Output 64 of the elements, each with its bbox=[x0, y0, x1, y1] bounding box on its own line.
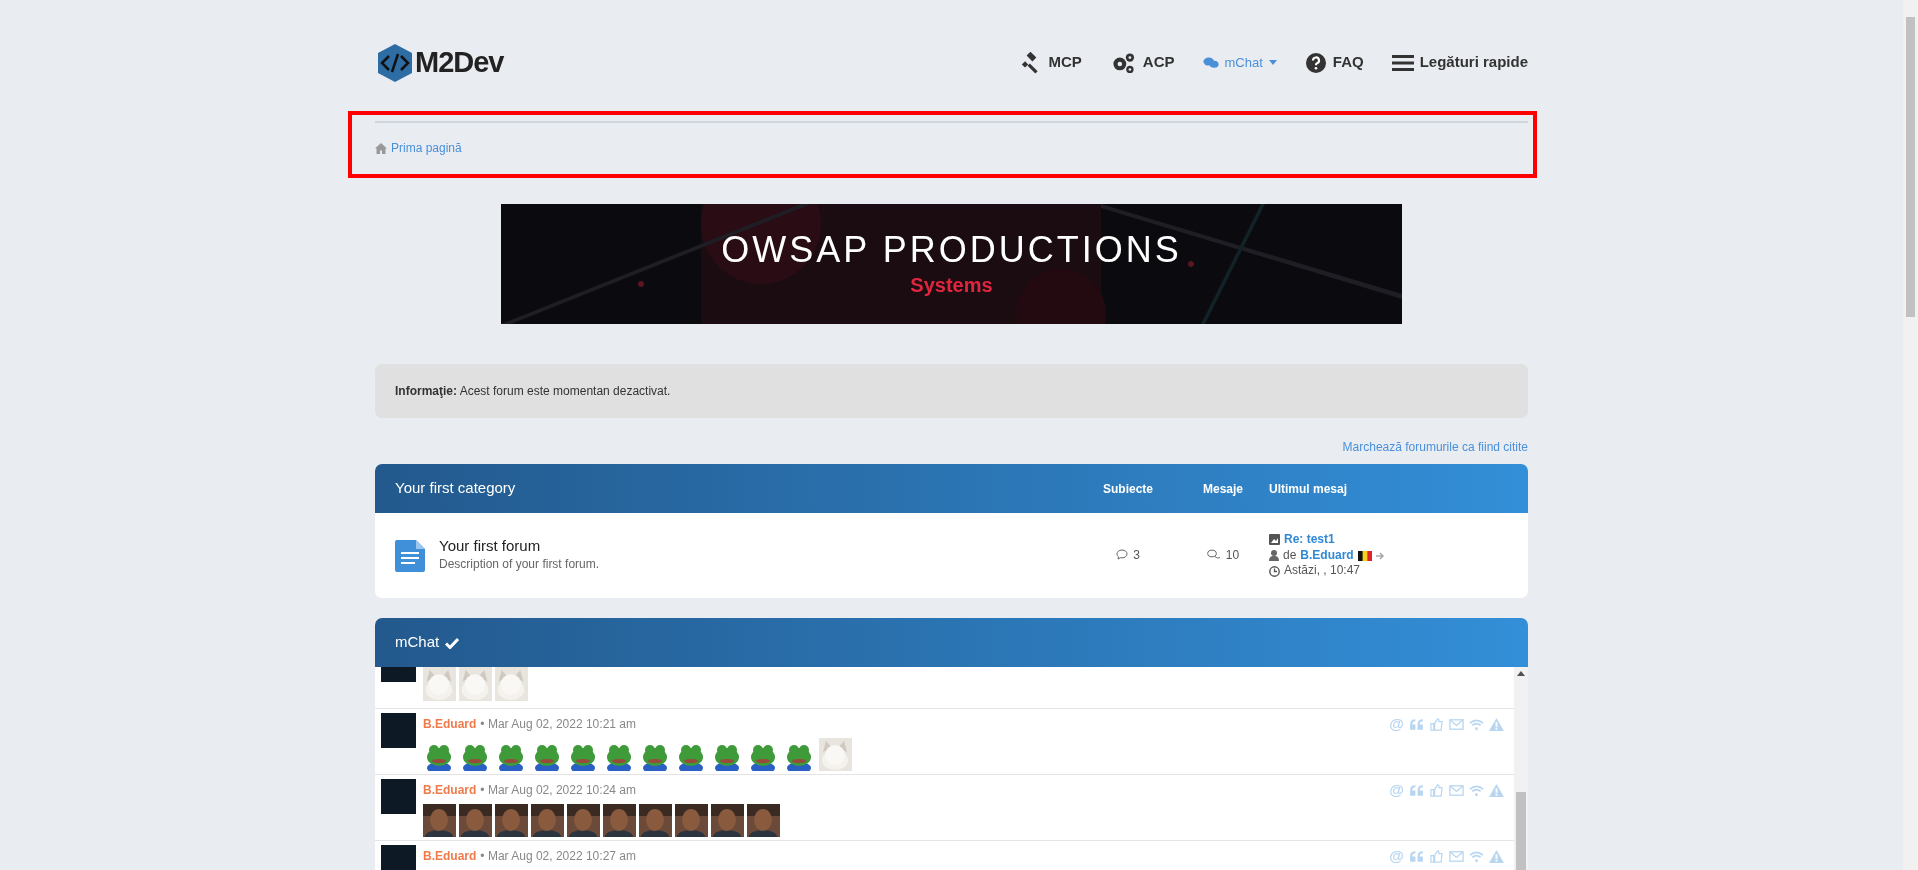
quote-icon[interactable] bbox=[1409, 849, 1424, 863]
logo-text[interactable]: M2Dev bbox=[415, 40, 504, 85]
thumbs-up-icon[interactable] bbox=[1429, 717, 1444, 731]
author-link[interactable]: B.Eduard bbox=[423, 781, 477, 800]
post-time: Astăzi, , 10:47 bbox=[1284, 563, 1361, 579]
check-icon bbox=[445, 636, 460, 649]
column-header: Subiecte bbox=[1102, 480, 1154, 498]
avatar[interactable] bbox=[381, 713, 416, 748]
breadcrumb-link[interactable]: Prima pagină bbox=[375, 139, 462, 157]
by-label: de bbox=[1283, 547, 1297, 564]
warning-icon[interactable] bbox=[1489, 783, 1504, 797]
envelope-icon[interactable] bbox=[1449, 717, 1464, 731]
avatar[interactable] bbox=[381, 845, 416, 870]
message-time: • Mar Aug 02, 2022 10:21 am bbox=[480, 716, 636, 734]
banner-title: OWSAP PRODUCTIONS bbox=[721, 230, 1182, 270]
nav-link[interactable]: FAQ bbox=[1304, 51, 1364, 74]
avatar[interactable] bbox=[381, 779, 416, 814]
clock-icon bbox=[1269, 565, 1280, 577]
chat-title: mChat bbox=[395, 632, 440, 653]
nav-link[interactable]: MCP bbox=[1020, 51, 1082, 74]
go-to-post-icon[interactable] bbox=[1375, 551, 1385, 560]
message-time: • Mar Aug 02, 2022 10:27 am bbox=[480, 848, 636, 866]
notice-text: Informaţie: Acest forum este momentan dezactivat. bbox=[395, 383, 671, 400]
category-title[interactable]: Your first category bbox=[395, 477, 1073, 500]
column-header: Ultimul mesaj bbox=[1268, 480, 1349, 498]
avatar[interactable] bbox=[381, 667, 416, 682]
author-link[interactable]: B.Eduard bbox=[1300, 547, 1354, 564]
column-header: Mesaje bbox=[1202, 480, 1244, 498]
forum-title[interactable]: Your first forum bbox=[439, 538, 600, 555]
speech-bubble-icon bbox=[1116, 549, 1129, 560]
user-icon bbox=[1269, 550, 1279, 561]
author-link[interactable]: B.Eduard bbox=[423, 847, 477, 866]
logo-icon[interactable] bbox=[375, 42, 415, 83]
nav-link[interactable]: Legături rapide bbox=[1391, 51, 1528, 74]
page-scrollbar[interactable] bbox=[1903, 0, 1918, 870]
image-icon bbox=[1269, 534, 1280, 546]
thumbs-up-icon[interactable] bbox=[1429, 849, 1444, 863]
quote-icon[interactable] bbox=[1409, 717, 1424, 731]
message-time: • Mar Aug 02, 2022 10:24 am bbox=[480, 782, 636, 800]
flag-icon bbox=[1357, 550, 1372, 561]
thumbs-up-icon[interactable] bbox=[1429, 783, 1444, 797]
chat-scrollbar[interactable] bbox=[1514, 667, 1528, 870]
quote-icon[interactable] bbox=[1409, 783, 1424, 797]
banner-subtitle: Systems bbox=[910, 272, 993, 298]
wifi-icon[interactable] bbox=[1469, 783, 1484, 797]
forum-description: Description of your first forum. bbox=[439, 555, 600, 573]
home-icon bbox=[375, 142, 387, 154]
wifi-icon[interactable] bbox=[1469, 849, 1484, 863]
speech-bubbles-icon bbox=[1206, 549, 1221, 560]
nav-link[interactable]: ACP bbox=[1109, 51, 1175, 74]
last-post-link[interactable]: Re: test1 bbox=[1284, 532, 1335, 548]
help-icon bbox=[1304, 51, 1327, 74]
author-link[interactable]: B.Eduard bbox=[423, 715, 477, 734]
nav-link[interactable]: mChat bbox=[1202, 52, 1277, 73]
chat-bubbles-icon bbox=[1202, 56, 1219, 69]
warning-icon[interactable] bbox=[1489, 717, 1504, 731]
mark-read-link[interactable]: Marchează forumurile ca fiind citite bbox=[1342, 438, 1528, 456]
warning-icon[interactable] bbox=[1489, 849, 1504, 863]
topic-count: 3 bbox=[1116, 545, 1140, 564]
document-icon bbox=[395, 539, 425, 572]
post-count: 10 bbox=[1206, 545, 1240, 564]
envelope-icon[interactable] bbox=[1449, 783, 1464, 797]
envelope-icon[interactable] bbox=[1449, 849, 1464, 863]
wifi-icon[interactable] bbox=[1469, 717, 1484, 731]
